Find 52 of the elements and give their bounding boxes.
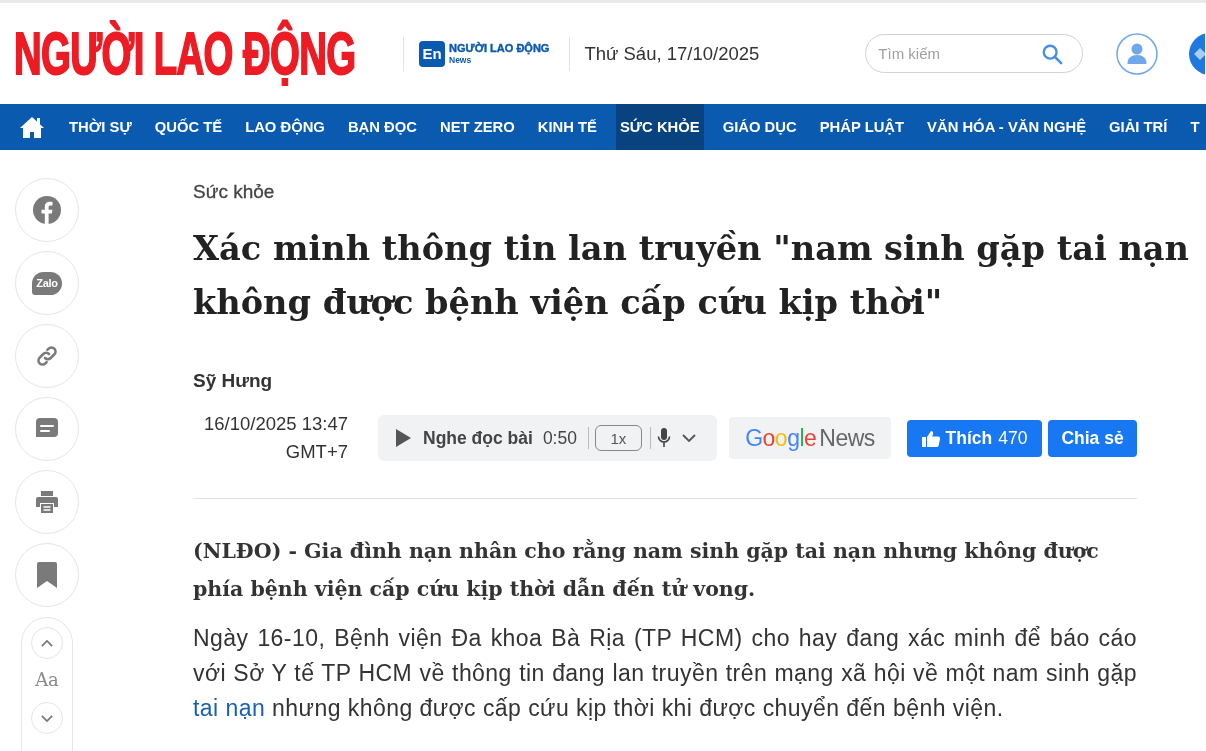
search-field[interactable]: Tìm kiếm: [865, 34, 1084, 73]
like-count: 470: [998, 427, 1028, 449]
nav-tab[interactable]: SỨC KHỎE: [615, 104, 704, 150]
like-button[interactable]: Thích 470: [907, 419, 1042, 457]
nav-tab[interactable]: QUỐC TẾ: [150, 104, 227, 150]
nav-tab[interactable]: LAO ĐỘNG: [241, 104, 329, 150]
chevron-down-icon[interactable]: [681, 434, 696, 442]
decrease-font-button[interactable]: [31, 702, 63, 734]
nav-tab[interactable]: T: [1186, 104, 1204, 150]
timezone: GMT+7: [285, 440, 348, 464]
chevron-up-icon: [41, 639, 53, 647]
search-icon[interactable]: [1041, 43, 1064, 65]
audio-label: Nghe đọc bài: [423, 427, 533, 449]
bookmark-icon: [37, 562, 57, 588]
nav-tab[interactable]: GIÁO DỤC: [718, 104, 801, 150]
audio-duration: 0:50: [542, 427, 577, 449]
like-label: Thích: [945, 427, 993, 449]
thumbs-up-icon: [921, 429, 940, 447]
nav-tab[interactable]: NET ZERO: [435, 104, 519, 150]
facebook-icon: [33, 196, 61, 224]
en-logo-subtitle[interactable]: News: [449, 55, 550, 65]
publish-date: 16/10/2025 13:47: [203, 412, 348, 436]
en-logo-tile[interactable]: En: [419, 40, 445, 67]
nav-tab[interactable]: KINH TẾ: [533, 104, 601, 150]
inline-link[interactable]: tai nạn: [193, 695, 266, 721]
current-date: Thứ Sáu, 17/10/2025: [584, 42, 760, 65]
chevron-down-icon: [41, 714, 53, 722]
article-title: Xác minh thông tin lan truyền "nam sinh gặp tai nạn không được bệnh viện cấp cứu kịp thời": [193, 227, 1190, 324]
user-account-icon[interactable]: [1116, 32, 1159, 75]
increase-font-button[interactable]: [31, 627, 63, 659]
nav-tab[interactable]: VĂN HÓA - VĂN NGHỆ: [923, 104, 1090, 150]
home-icon[interactable]: [20, 116, 44, 138]
font-size-label: Aa: [35, 670, 59, 690]
category-link[interactable]: Sức khỏe: [193, 180, 275, 204]
play-icon[interactable]: [396, 429, 411, 447]
nav-tab[interactable]: THỜI SỰ: [65, 104, 136, 150]
article-paragraph: Ngày 16-10, Bệnh viện Đa khoa Bà Rịa (TP HCM) cho hay đang xác minh để báo cáo với Sở Y tế TP HCM về thông tin đang lan truyền trên mạng xã hội về một nam sinh gặp tai nạn nhưng không được cấp cứu kịp thời khi được chuyển đến bệnh viện.: [193, 624, 1137, 723]
en-logo-name[interactable]: NGƯỜI LAO ĐỘNG: [449, 42, 550, 54]
google-news-button[interactable]: Google News: [729, 417, 891, 459]
nav-tab[interactable]: BẠN ĐỌC: [343, 104, 421, 150]
share-button[interactable]: Chia sẻ: [1048, 419, 1137, 457]
nav-tab[interactable]: PHÁP LUẬT: [815, 104, 909, 150]
author-name[interactable]: Sỹ Hưng: [193, 369, 273, 393]
microphone-icon[interactable]: [656, 428, 671, 448]
link-icon: [35, 344, 59, 368]
nav-tab[interactable]: GIẢI TRÍ: [1105, 104, 1172, 150]
zalo-button[interactable]: Zalo: [15, 251, 79, 315]
zalo-logo: Zalo: [32, 271, 62, 295]
round-badge-icon[interactable]: [1189, 32, 1206, 75]
printer-icon: [35, 490, 59, 514]
article-lead: (NLĐO) - Gia đình nạn nhân cho rằng nam sinh gặp tai nạn nhưng không được phía bệnh viện cấp cứu kịp thời dẫn đến tử vong.: [193, 538, 1100, 603]
speed-button[interactable]: 1x: [594, 425, 642, 451]
